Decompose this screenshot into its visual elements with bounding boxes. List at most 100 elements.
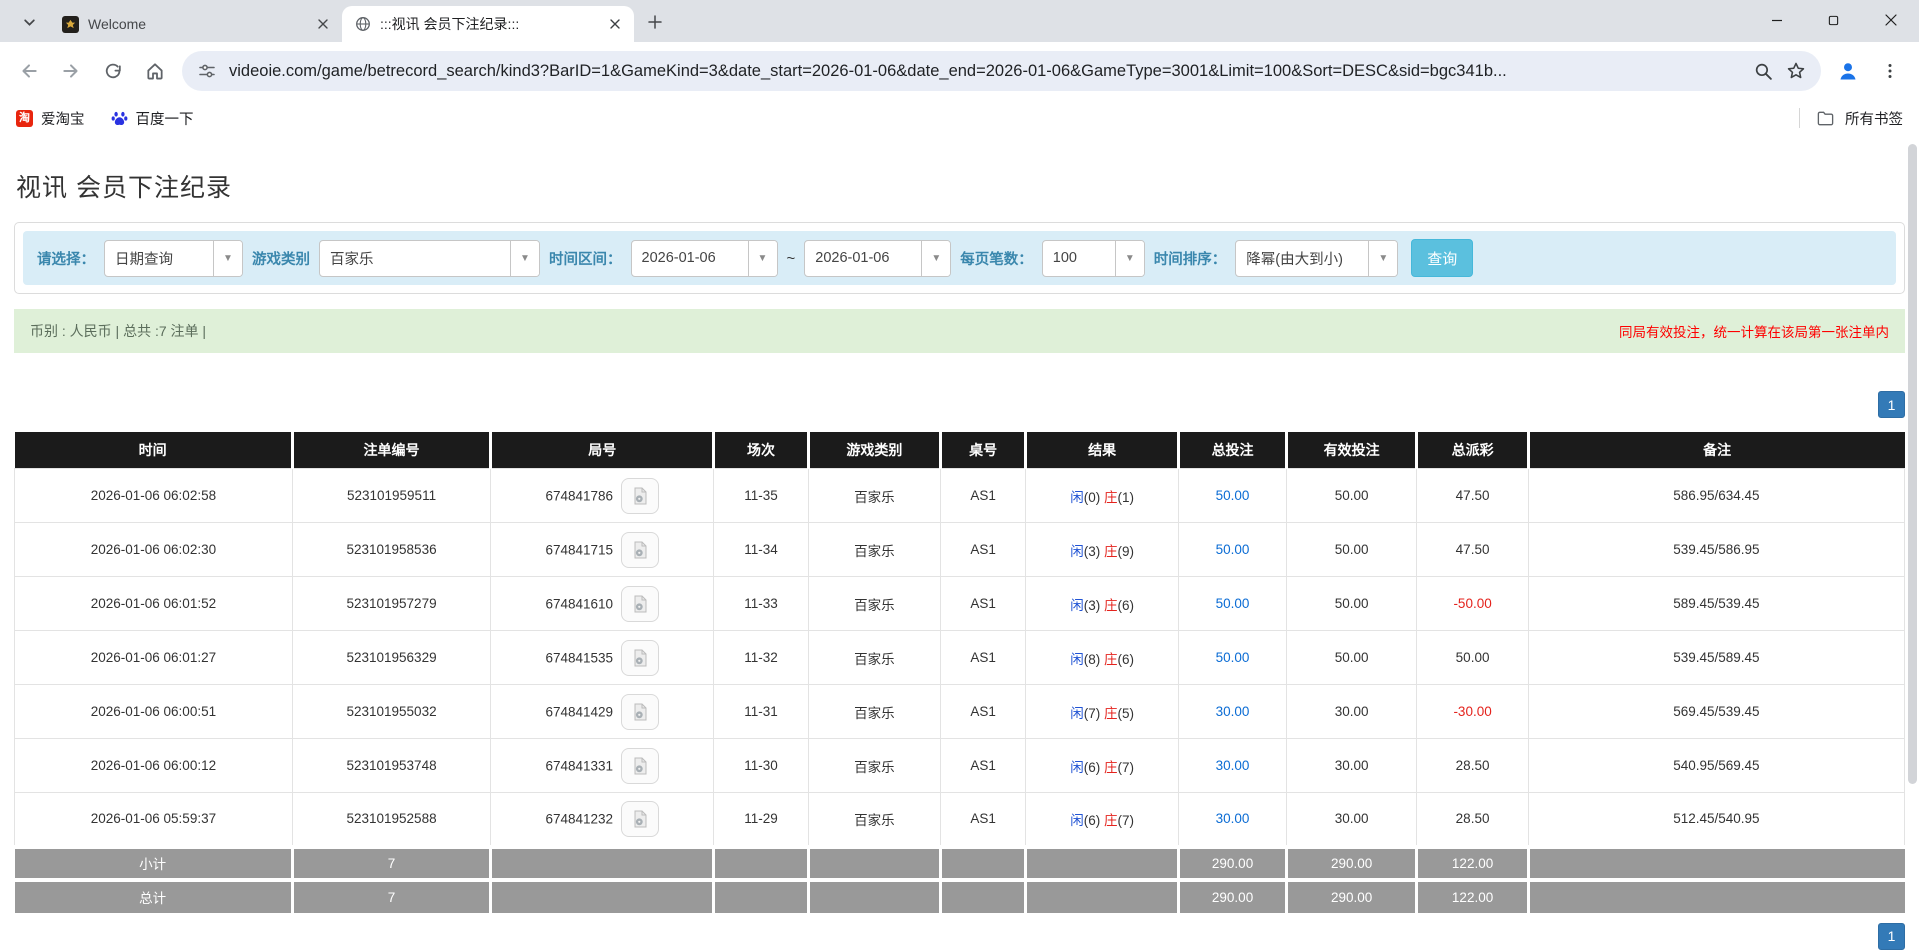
window-controls: [1748, 0, 1919, 40]
page-1-button[interactable]: 1: [1878, 923, 1905, 950]
chevron-down-icon[interactable]: ▼: [921, 241, 950, 276]
search-button[interactable]: 查询: [1411, 239, 1473, 277]
cell-session: 11-33: [714, 577, 809, 631]
foot-empty-cell: [491, 880, 714, 913]
chevron-down-icon[interactable]: ▼: [1368, 241, 1397, 276]
profile-avatar[interactable]: [1829, 52, 1867, 90]
close-window-button[interactable]: [1862, 0, 1919, 40]
foot-empty-cell: [1026, 847, 1179, 880]
tab-title: Welcome: [88, 16, 304, 32]
scrollbar-thumb[interactable]: [1908, 144, 1917, 784]
chevron-down-icon[interactable]: ▼: [1115, 241, 1144, 276]
chevron-down-icon[interactable]: ▼: [510, 241, 539, 276]
home-button[interactable]: [136, 52, 174, 90]
back-button[interactable]: [10, 52, 48, 90]
filter-panel: 请选择： 日期查询 ▼ 游戏类别 百家乐 ▼ 时间区间： 2026-01-06 …: [14, 222, 1905, 294]
page-scrollbar[interactable]: [1906, 140, 1919, 948]
total-bet-link[interactable]: 50.00: [1216, 596, 1250, 611]
foot-payout: 122.00: [1417, 847, 1529, 880]
date-end-input[interactable]: 2026-01-06 ▼: [804, 240, 951, 277]
currency-summary-text: 币别 : 人民币 | 总共 :7 注单 |: [30, 321, 206, 341]
date-start-input[interactable]: 2026-01-06 ▼: [631, 240, 778, 277]
cell-bet-id: 523101957279: [292, 577, 490, 631]
total-bet-link[interactable]: 30.00: [1216, 811, 1250, 826]
video-record-button[interactable]: [621, 532, 659, 568]
foot-empty-cell: [491, 847, 714, 880]
video-record-button[interactable]: [621, 694, 659, 730]
pagination-bottom: 1: [14, 923, 1905, 950]
cell-valid-bet: 30.00: [1286, 685, 1416, 739]
cell-game-kind: 百家乐: [808, 577, 940, 631]
column-header: 局号: [491, 432, 714, 469]
foot-empty-cell: [941, 847, 1026, 880]
video-record-button[interactable]: [621, 478, 659, 514]
cell-total-bet: 50.00: [1179, 469, 1287, 523]
tab-bet-record[interactable]: :::视讯 会员下注纪录:::: [342, 6, 634, 42]
cell-time: 2026-01-06 06:02:58: [15, 469, 293, 523]
bookmark-star-icon[interactable]: [1785, 60, 1807, 82]
cell-result: 闲(3) 庄(9): [1026, 523, 1179, 577]
column-header: 备注: [1528, 432, 1904, 469]
tab-welcome[interactable]: Welcome: [50, 6, 342, 42]
table-body: 2026-01-06 06:02:58 523101959511 6748417…: [15, 469, 1905, 913]
per-page-label: 每页笔数：: [960, 248, 1033, 269]
filter-bar: 请选择： 日期查询 ▼ 游戏类别 百家乐 ▼ 时间区间： 2026-01-06 …: [23, 231, 1896, 285]
person-icon: [1836, 59, 1860, 83]
three-dots-icon: [1882, 63, 1898, 79]
address-bar[interactable]: videoie.com/game/betrecord_search/kind3?…: [182, 51, 1821, 91]
page-title: 视讯 会员下注纪录: [16, 168, 1905, 204]
bookmark-taobao[interactable]: 淘 爱淘宝: [16, 108, 85, 129]
foot-empty-cell: [808, 847, 940, 880]
reload-button[interactable]: [94, 52, 132, 90]
bookmark-label: 爱淘宝: [41, 108, 85, 129]
total-bet-link[interactable]: 50.00: [1216, 488, 1250, 503]
browser-menu-button[interactable]: [1871, 52, 1909, 90]
video-record-icon: [630, 809, 650, 829]
chevron-down-icon[interactable]: ▼: [748, 241, 777, 276]
column-header: 桌号: [941, 432, 1026, 469]
cell-table-no: AS1: [941, 631, 1026, 685]
tab-close-icon[interactable]: [605, 15, 624, 34]
chevron-down-icon[interactable]: ▼: [213, 241, 242, 276]
url-text[interactable]: videoie.com/game/betrecord_search/kind3?…: [229, 62, 1741, 81]
foot-empty-cell: [714, 880, 809, 913]
video-record-icon: [630, 486, 650, 506]
page-1-button[interactable]: 1: [1878, 391, 1905, 418]
total-bet-link[interactable]: 30.00: [1216, 758, 1250, 773]
video-record-button[interactable]: [621, 586, 659, 622]
all-bookmarks-button[interactable]: 所有书签: [1799, 108, 1903, 129]
cell-round: 674841331: [491, 739, 714, 793]
video-record-button[interactable]: [621, 801, 659, 837]
query-mode-select[interactable]: 日期查询 ▼: [104, 240, 243, 277]
cell-total-bet: 30.00: [1179, 685, 1287, 739]
video-record-button[interactable]: [621, 748, 659, 784]
total-bet-link[interactable]: 50.00: [1216, 542, 1250, 557]
bookmark-baidu[interactable]: 百度一下: [111, 108, 194, 129]
tab-close-icon[interactable]: [313, 15, 332, 34]
welcome-favicon-icon: [62, 16, 79, 33]
tab-search-button[interactable]: [14, 7, 44, 37]
summary-row: 小计 7 290.00 290.00 122.00: [15, 847, 1905, 880]
cell-session: 11-34: [714, 523, 809, 577]
total-bet-link[interactable]: 50.00: [1216, 650, 1250, 665]
range-separator: ~: [787, 250, 796, 267]
player-result: 闲: [1070, 706, 1084, 721]
sort-select[interactable]: 降幂(由大到小) ▼: [1235, 240, 1398, 277]
cell-valid-bet: 50.00: [1286, 577, 1416, 631]
forward-button[interactable]: [52, 52, 90, 90]
date-start-value: 2026-01-06: [632, 241, 748, 276]
sort-label: 时间排序：: [1154, 248, 1227, 269]
page-content: 视讯 会员下注纪录 请选择： 日期查询 ▼ 游戏类别 百家乐 ▼ 时间区间： 2…: [0, 168, 1919, 950]
cell-table-no: AS1: [941, 577, 1026, 631]
video-record-button[interactable]: [621, 640, 659, 676]
total-bet-link[interactable]: 30.00: [1216, 704, 1250, 719]
site-settings-icon[interactable]: [196, 60, 218, 82]
new-tab-button[interactable]: [640, 7, 670, 37]
game-kind-select[interactable]: 百家乐 ▼: [319, 240, 540, 277]
maximize-button[interactable]: [1805, 0, 1862, 40]
per-page-select[interactable]: 100 ▼: [1042, 240, 1145, 277]
zoom-page-icon[interactable]: [1752, 60, 1774, 82]
cell-valid-bet: 30.00: [1286, 793, 1416, 847]
minimize-button[interactable]: [1748, 0, 1805, 40]
video-record-icon: [630, 648, 650, 668]
